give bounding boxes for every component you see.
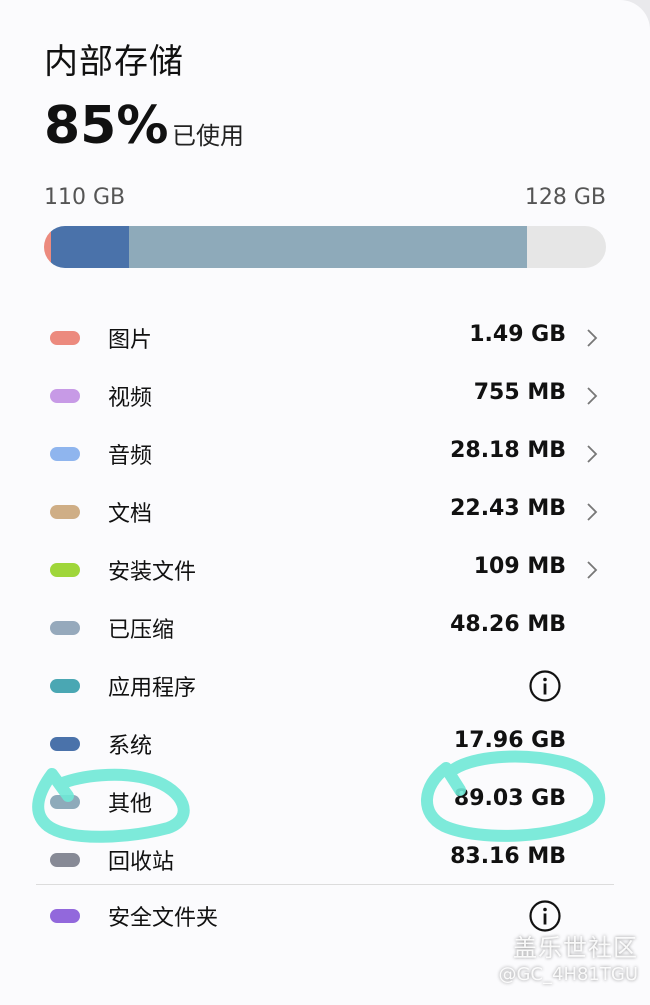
secure-folder-color-dot xyxy=(50,909,80,923)
usage-percent: 85% xyxy=(44,96,169,156)
category-size: 22.43 MB xyxy=(450,496,566,521)
category-color-dot xyxy=(50,737,80,751)
category-row[interactable]: 回收站 83.16 MB xyxy=(0,831,650,889)
secure-folder-label: 安全文件夹 xyxy=(108,906,219,931)
category-label: 应用程序 xyxy=(108,676,197,701)
category-row[interactable]: 视频 755 MB xyxy=(0,367,650,425)
chevron-right-icon[interactable] xyxy=(586,328,598,348)
usage-segment-0 xyxy=(44,226,51,268)
category-row[interactable]: 已压缩 48.26 MB xyxy=(0,599,650,657)
category-color-dot xyxy=(50,853,80,867)
category-size: 48.26 MB xyxy=(450,612,566,637)
internal-storage-panel: 内部存储 85% 已使用 110 GB 128 GB 图片 1.49 GB 视频 75… xyxy=(0,0,650,1005)
info-icon[interactable] xyxy=(528,669,562,703)
storage-usage-bar xyxy=(44,226,606,268)
page-title: 内部存储 xyxy=(44,42,184,82)
category-row[interactable]: 系统 17.96 GB xyxy=(0,715,650,773)
usage-segment-1 xyxy=(50,226,130,268)
category-color-dot xyxy=(50,621,80,635)
category-color-dot xyxy=(50,447,80,461)
used-capacity: 110 GB xyxy=(44,185,126,210)
chevron-right-icon[interactable] xyxy=(586,560,598,580)
category-label: 系统 xyxy=(108,734,153,759)
divider xyxy=(36,884,614,885)
category-label: 视频 xyxy=(108,386,153,411)
chevron-right-icon[interactable] xyxy=(586,444,598,464)
category-size: 89.03 GB xyxy=(453,786,566,811)
category-size: 17.96 GB xyxy=(453,728,566,753)
category-color-dot xyxy=(50,679,80,693)
watermark-user: @GC_4H81TGU xyxy=(498,964,638,985)
total-capacity: 128 GB xyxy=(524,185,606,210)
category-color-dot xyxy=(50,563,80,577)
chevron-right-icon[interactable] xyxy=(586,502,598,522)
category-label: 音频 xyxy=(108,444,153,469)
category-size: 109 MB xyxy=(473,554,566,579)
category-label: 回收站 xyxy=(108,850,175,875)
category-color-dot xyxy=(50,389,80,403)
category-label: 已压缩 xyxy=(108,618,175,643)
category-row[interactable]: 图片 1.49 GB xyxy=(0,309,650,367)
used-label: 已使用 xyxy=(172,122,244,150)
category-row[interactable]: 安装文件 109 MB xyxy=(0,541,650,599)
category-row[interactable]: 其他 89.03 GB xyxy=(0,773,650,831)
category-color-dot xyxy=(50,331,80,345)
category-size: 1.49 GB xyxy=(469,322,566,347)
category-row[interactable]: 音频 28.18 MB xyxy=(0,425,650,483)
category-size: 28.18 MB xyxy=(450,438,566,463)
category-label: 文档 xyxy=(108,502,153,527)
category-label: 图片 xyxy=(108,328,153,353)
category-row[interactable]: 应用程序 xyxy=(0,657,650,715)
category-color-dot xyxy=(50,795,80,809)
watermark-community: 盖乐世社区 xyxy=(513,934,638,962)
category-label: 安装文件 xyxy=(108,560,197,585)
category-label: 其他 xyxy=(108,792,153,817)
usage-segment-2 xyxy=(129,226,527,268)
category-color-dot xyxy=(50,505,80,519)
category-size: 83.16 MB xyxy=(450,844,566,869)
category-row[interactable]: 文档 22.43 MB xyxy=(0,483,650,541)
chevron-right-icon[interactable] xyxy=(586,386,598,406)
category-size: 755 MB xyxy=(473,380,566,405)
